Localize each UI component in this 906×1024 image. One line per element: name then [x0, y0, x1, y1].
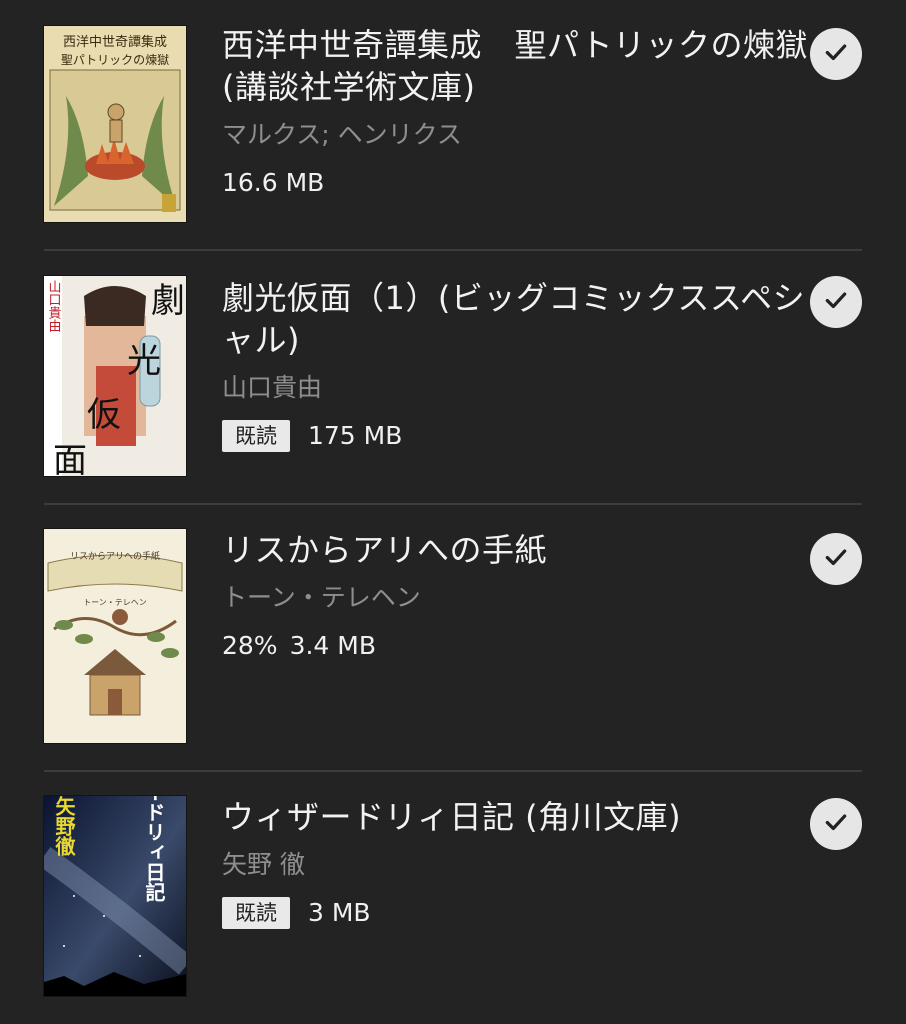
- book-author: 山口貴由: [222, 373, 323, 402]
- book-title: リスからアリへの手紙: [222, 531, 548, 569]
- select-checkbox[interactable]: [810, 533, 862, 585]
- list-item[interactable]: 西洋中世奇譚集成 聖パトリックの煉獄 西洋中世奇譚集成 聖パトリックの煉獄 (講…: [0, 0, 906, 250]
- book-meta: 28% 3.4 MB: [222, 629, 812, 663]
- book-cover: 矢野徹 ウィザードリィ日記: [44, 796, 186, 996]
- cover-subtitle: 聖パトリックの煉獄: [61, 53, 169, 67]
- list-item[interactable]: 矢野徹 ウィザードリィ日記 ウィザードリィ日記 (角川文庫) 矢野 徹 既読 3…: [0, 772, 906, 1024]
- book-meta: 16.6 MB: [222, 166, 812, 200]
- file-size: 3.4 MB: [289, 631, 377, 660]
- book-title: ウィザードリィ日記 (角川文庫): [222, 798, 682, 836]
- cover-author: 山口貴由: [46, 280, 62, 332]
- book-cover: 山口貴由 劇 光 仮 面: [44, 276, 186, 476]
- book-info: 劇光仮面（1）(ビッグコミックススペシャル) 山口貴由 既読 175 MB: [222, 277, 812, 453]
- cover-title-char: 面: [53, 441, 87, 476]
- select-checkbox[interactable]: [810, 28, 862, 80]
- book-author: 矢野 徹: [222, 850, 305, 879]
- check-icon: [823, 544, 849, 574]
- book-cover: 西洋中世奇譚集成 聖パトリックの煉獄: [44, 26, 186, 222]
- book-cover: リスからアリへの手紙 トーン・テレヘン: [44, 529, 186, 743]
- book-info: 西洋中世奇譚集成 聖パトリックの煉獄 (講談社学術文庫) マルクス; ヘンリクス…: [222, 24, 812, 200]
- file-size: 175 MB: [308, 421, 403, 450]
- read-badge: 既読: [222, 420, 290, 452]
- book-author: トーン・テレヘン: [222, 583, 421, 612]
- file-size: 3 MB: [308, 898, 371, 927]
- book-info: リスからアリへの手紙 トーン・テレヘン 28% 3.4 MB: [222, 529, 812, 663]
- book-author: マルクス; ヘンリクス: [222, 120, 462, 149]
- book-info: ウィザードリィ日記 (角川文庫) 矢野 徹 既読 3 MB: [222, 796, 812, 930]
- list-item[interactable]: 山口貴由 劇 光 仮 面 劇光仮面（1）(ビッグコミックススペシャル) 山口貴由…: [0, 251, 906, 503]
- select-checkbox[interactable]: [810, 276, 862, 328]
- book-title: 劇光仮面（1）(ビッグコミックススペシャル): [222, 279, 806, 359]
- cover-title: 西洋中世奇譚集成: [63, 34, 167, 50]
- cover-title: リスからアリへの手紙: [70, 550, 160, 562]
- cover-title-char: 光: [127, 341, 161, 381]
- list-item[interactable]: リスからアリへの手紙 トーン・テレヘン リスからアリへの手紙 トーン・テレヘン …: [0, 505, 906, 770]
- cover-title: ウィザードリィ日記: [142, 796, 166, 902]
- book-meta: 既読 3 MB: [222, 896, 812, 930]
- file-size: 16.6 MB: [222, 168, 325, 197]
- check-icon: [823, 39, 849, 69]
- cover-title-char: 仮: [87, 395, 121, 435]
- reading-progress: 28%: [222, 631, 278, 660]
- book-list: 西洋中世奇譚集成 聖パトリックの煉獄 西洋中世奇譚集成 聖パトリックの煉獄 (講…: [0, 0, 906, 1024]
- cover-author: トーン・テレヘン: [83, 598, 147, 607]
- book-title: 西洋中世奇譚集成 聖パトリックの煉獄 (講談社学術文庫): [222, 26, 808, 106]
- check-icon: [823, 809, 849, 839]
- check-icon: [823, 287, 849, 317]
- cover-author: 矢野徹: [52, 796, 76, 857]
- read-badge: 既読: [222, 897, 290, 929]
- cover-title-char: 劇: [151, 281, 185, 321]
- book-meta: 既読 175 MB: [222, 419, 812, 453]
- select-checkbox[interactable]: [810, 798, 862, 850]
